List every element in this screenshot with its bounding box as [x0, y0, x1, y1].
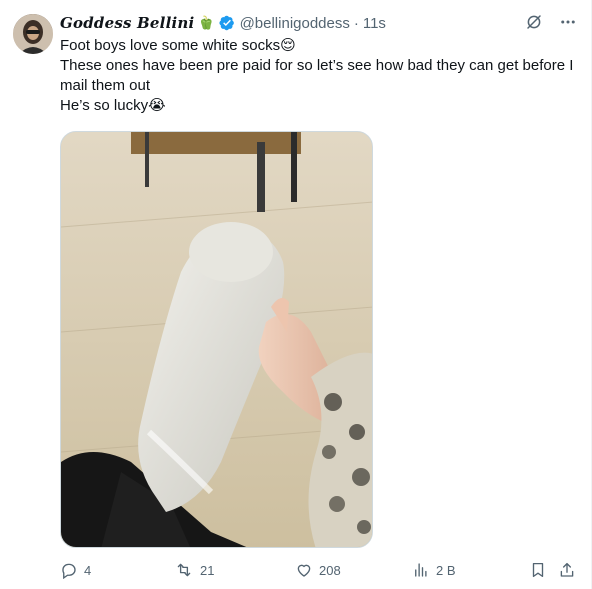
verified-badge-icon	[218, 15, 234, 31]
views-count: 2 B	[436, 562, 456, 578]
separator-dot: ·	[353, 14, 359, 32]
tweet-text-line: Foot boys love some white socks😌	[60, 37, 296, 54]
avatar[interactable]	[13, 14, 53, 54]
like-button[interactable]: 208	[295, 561, 341, 579]
heart-icon	[297, 564, 311, 577]
name-emoji: 🫑	[198, 15, 215, 30]
retweet-count: 21	[200, 562, 215, 578]
views-chart-icon	[415, 563, 427, 577]
like-count: 208	[319, 562, 341, 578]
tweet-text: Foot boys love some white socks😌 These o…	[60, 36, 580, 116]
sock-foot-photo	[61, 132, 372, 547]
grok-icon[interactable]	[525, 13, 543, 31]
retweet-icon	[177, 563, 191, 577]
top-actions	[525, 13, 577, 31]
share-button[interactable]	[558, 561, 576, 579]
tweet-photo[interactable]	[60, 131, 373, 548]
tweet-text-line: He’s so lucky😭	[60, 97, 166, 114]
tweet-card[interactable]: Goddess Bellini 🫑 @bellinigoddess · 11s …	[0, 0, 592, 589]
tweet-actions: 4 21 208 2 B	[60, 561, 580, 583]
retweet-button[interactable]: 21	[174, 561, 214, 579]
reply-button[interactable]: 4	[60, 561, 91, 579]
tweet-header: Goddess Bellini 🫑 @bellinigoddess · 11s	[60, 12, 386, 34]
views-button[interactable]: 2 B	[412, 561, 456, 579]
share-icon	[560, 562, 574, 577]
reply-count: 4	[84, 562, 92, 578]
reply-icon	[62, 563, 76, 579]
author-handle[interactable]: @bellinigoddess	[240, 15, 350, 32]
tweet-text-line: These ones have been pre paid for so let…	[60, 57, 574, 94]
more-options-icon[interactable]	[559, 13, 577, 31]
avatar-image	[13, 14, 53, 54]
tweet-time[interactable]: 11s	[363, 15, 386, 32]
display-name[interactable]: Goddess Bellini	[60, 14, 194, 32]
bookmark-button[interactable]	[529, 561, 547, 579]
bookmark-icon	[532, 562, 544, 578]
